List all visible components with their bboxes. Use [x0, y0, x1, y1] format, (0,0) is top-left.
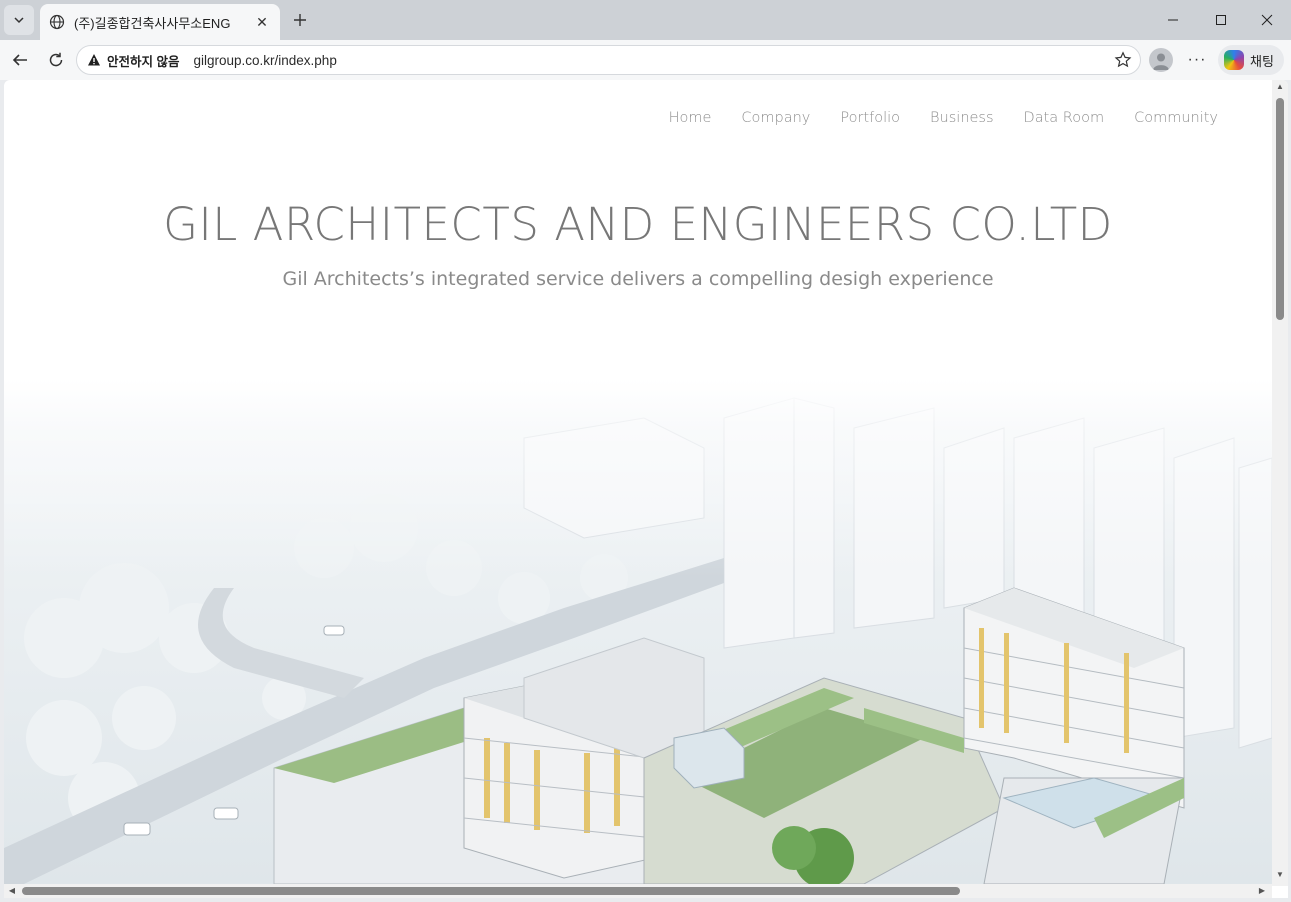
scroll-right-icon[interactable]: ▶	[1257, 886, 1267, 896]
minimize-icon	[1168, 19, 1178, 21]
scroll-left-icon[interactable]: ◀	[7, 886, 17, 896]
tab-actions-button[interactable]	[4, 5, 34, 35]
nav-community[interactable]: Community	[1134, 110, 1218, 126]
vertical-scroll-thumb[interactable]	[1276, 98, 1284, 320]
minimize-button[interactable]	[1149, 0, 1197, 40]
reload-icon	[49, 52, 63, 67]
maximize-button[interactable]	[1197, 0, 1245, 40]
nav-portfolio[interactable]: Portfolio	[840, 110, 900, 126]
nav-business[interactable]: Business	[930, 110, 994, 126]
copilot-label: 채팅	[1250, 53, 1274, 69]
browser-window: (주)길종합건축사사무소ENG ✕ 안전하지 않음 gilgroup.co.kr	[0, 0, 1291, 902]
nav-company[interactable]: Company	[741, 110, 810, 126]
active-tab[interactable]: (주)길종합건축사사무소ENG ✕	[40, 4, 280, 40]
reload-button[interactable]	[42, 46, 70, 74]
browser-toolbar: 안전하지 않음 gilgroup.co.kr/index.php ··· 채팅	[0, 40, 1291, 80]
nav-home[interactable]: Home	[669, 110, 712, 126]
page-viewport: Home Company Portfolio Business Data Roo…	[4, 80, 1288, 898]
nav-data-room[interactable]: Data Room	[1024, 110, 1105, 126]
plus-icon	[294, 14, 306, 26]
url-text[interactable]: gilgroup.co.kr/index.php	[193, 53, 336, 68]
tab-title: (주)길종합건축사사무소ENG	[74, 15, 231, 31]
security-label[interactable]: 안전하지 않음	[107, 51, 179, 70]
copilot-chat-button[interactable]: 채팅	[1218, 45, 1284, 75]
star-icon[interactable]	[1114, 51, 1132, 69]
new-tab-button[interactable]	[288, 8, 312, 32]
close-tab-icon[interactable]: ✕	[252, 12, 272, 32]
maximize-icon	[1216, 15, 1226, 25]
warning-icon[interactable]	[87, 53, 101, 67]
close-window-button[interactable]	[1243, 0, 1291, 40]
tab-strip: (주)길종합건축사사무소ENG ✕	[0, 0, 1291, 40]
profile-avatar-icon[interactable]	[1149, 48, 1173, 72]
copilot-icon	[1224, 50, 1244, 70]
scroll-up-icon[interactable]: ▲	[1275, 82, 1285, 92]
globe-icon	[48, 13, 66, 31]
close-icon	[1261, 14, 1273, 26]
arrow-left-icon	[12, 54, 27, 66]
site-nav: Home Company Portfolio Business Data Roo…	[669, 110, 1218, 126]
address-bar[interactable]: 안전하지 않음 gilgroup.co.kr/index.php	[76, 45, 1141, 75]
hero-architecture-rendering	[4, 378, 1272, 884]
vertical-scrollbar[interactable]: ▲ ▼	[1272, 80, 1288, 886]
chevron-down-icon	[14, 17, 24, 24]
horizontal-scrollbar[interactable]: ◀ ▶	[4, 884, 1272, 898]
hero-title: GIL ARCHITECTS AND ENGINEERS CO.LTD	[163, 198, 1113, 251]
scroll-down-icon[interactable]: ▼	[1275, 870, 1285, 880]
more-menu-icon[interactable]: ···	[1185, 48, 1209, 72]
horizontal-scroll-thumb[interactable]	[22, 887, 960, 895]
hero-subtitle: Gil Architects’s integrated service deli…	[282, 268, 994, 290]
back-button[interactable]	[6, 46, 34, 74]
